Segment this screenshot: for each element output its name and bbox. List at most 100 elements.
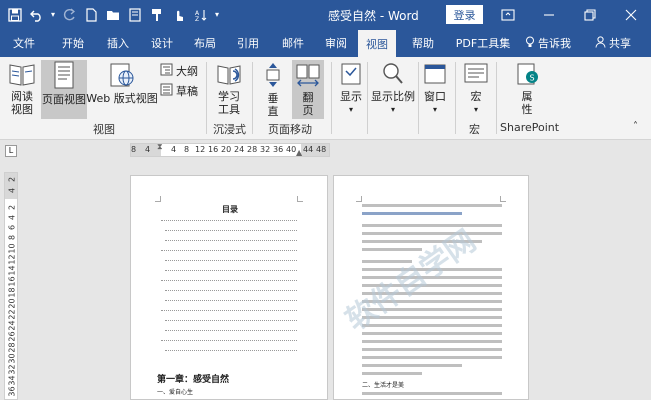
vertical-button[interactable]: 垂 直	[258, 61, 288, 119]
properties-label: 属 性	[521, 90, 533, 116]
share-label: 共享	[609, 37, 631, 50]
tab-mailings[interactable]: 邮件	[275, 29, 311, 57]
undo-icon[interactable]	[26, 4, 48, 26]
book-icon	[8, 61, 36, 90]
toc-entry	[165, 240, 297, 241]
share-button[interactable]: 共享	[589, 29, 637, 57]
tab-layout[interactable]: 布局	[187, 29, 223, 57]
show-button[interactable]: 显示 ▾	[336, 61, 366, 119]
ruler-tick: 8	[184, 145, 190, 154]
indent-marker[interactable]: ⧗	[157, 142, 163, 152]
margin-corner-mark	[297, 196, 303, 202]
side-to-side-label: 翻 页	[302, 91, 314, 117]
open-folder-icon[interactable]	[102, 4, 124, 26]
margin-corner-mark	[356, 196, 362, 202]
tab-design[interactable]: 设计	[144, 29, 180, 57]
login-button[interactable]: 登录	[446, 5, 483, 24]
minimize-icon[interactable]	[528, 0, 569, 29]
toc-entry	[165, 230, 297, 231]
ruler-tick: 12	[195, 145, 206, 154]
text-line	[362, 224, 502, 227]
toc-entry	[165, 350, 297, 351]
side-to-side-icon	[295, 60, 321, 91]
zoom-button[interactable]: 显示比例 ▾	[369, 61, 417, 119]
tab-help[interactable]: 帮助	[405, 29, 441, 57]
ribbon-view-panel: 阅读 视图 页面视图 Web 版式视图 大纲 草稿 视图 学习 工具 沉浸式 垂…	[0, 57, 651, 140]
tab-view[interactable]: 视图	[358, 30, 396, 57]
save-icon[interactable]	[4, 4, 26, 26]
vertical-ruler[interactable]: 2 4 2 4 6 8 10 12 14 16 18 20 22 24 26 2…	[4, 172, 18, 400]
document-page-1[interactable]: 目录 第一章：感受自然 一、爱自心生	[130, 175, 328, 400]
customize-toolbar-icon[interactable]: ▾	[212, 4, 222, 26]
group-separator	[496, 62, 497, 134]
ruler-tick: 16	[208, 145, 219, 154]
collapse-ribbon-button[interactable]: ˄	[633, 121, 638, 132]
outline-button[interactable]: 大纲	[160, 63, 198, 79]
word-window: ▾ AZ ▾ 感受自然 - Word 登录 文件 开始 插入 设计 布局 引用 …	[0, 0, 651, 400]
tab-references[interactable]: 引用	[230, 29, 266, 57]
tab-insert[interactable]: 插入	[100, 29, 136, 57]
group-macros-label: 宏	[469, 123, 480, 136]
macros-button[interactable]: 宏 ▾	[459, 61, 493, 119]
text-line	[362, 212, 462, 215]
show-label: 显示	[340, 90, 362, 103]
format-painter-icon[interactable]	[146, 4, 168, 26]
tab-selector[interactable]: L	[5, 145, 17, 157]
read-mode-button[interactable]: 阅读 视图	[4, 61, 40, 119]
group-separator	[206, 62, 207, 134]
group-page-movement-label: 页面移动	[268, 123, 312, 136]
vertical-arrows-icon	[261, 61, 285, 92]
web-layout-button[interactable]: Web 版式视图	[86, 61, 158, 119]
redo-icon[interactable]	[58, 4, 80, 26]
draft-button[interactable]: 草稿	[160, 83, 198, 99]
ruler-tick: 24	[234, 145, 245, 154]
ruler-tick: 40	[286, 145, 297, 154]
print-preview-icon[interactable]	[124, 4, 146, 26]
zoom-label: 显示比例	[371, 90, 415, 103]
tell-me-label: 告诉我	[538, 37, 571, 50]
outline-icon	[160, 63, 173, 79]
new-document-icon[interactable]	[80, 4, 102, 26]
properties-button[interactable]: S 属 性	[510, 61, 544, 119]
ribbon-display-options-icon[interactable]	[487, 0, 528, 29]
undo-dropdown-icon[interactable]: ▾	[48, 4, 58, 26]
toc-entry	[165, 330, 297, 331]
text-line	[362, 364, 462, 367]
learning-tools-button[interactable]: 学习 工具	[212, 61, 246, 119]
touch-mode-icon[interactable]	[168, 4, 190, 26]
toc-entry	[161, 340, 297, 341]
chapter-heading: 第一章：感受自然	[157, 375, 230, 385]
window-button[interactable]: 窗口 ▾	[420, 61, 450, 119]
chevron-down-icon: ▾	[348, 105, 353, 114]
chevron-down-icon: ▾	[432, 105, 437, 114]
close-icon[interactable]	[610, 0, 651, 29]
tab-home[interactable]: 开始	[55, 29, 91, 57]
toc-entry	[165, 300, 297, 301]
right-indent-marker[interactable]: ▲	[296, 148, 302, 157]
document-page-2[interactable]: 二、生活才是美 软件自学网	[333, 175, 529, 400]
side-to-side-button[interactable]: 翻 页	[292, 60, 324, 119]
text-line	[362, 348, 502, 351]
group-views-label: 视图	[93, 123, 115, 136]
ruler-tick: 28	[247, 145, 258, 154]
sort-icon[interactable]: AZ	[190, 4, 212, 26]
tab-tell-me[interactable]: 告诉我	[521, 29, 575, 57]
group-separator	[252, 62, 253, 134]
read-mode-label: 阅读 视图	[11, 90, 33, 116]
toc-entry	[165, 260, 297, 261]
group-separator	[418, 62, 419, 134]
tab-file[interactable]: 文件	[6, 29, 42, 57]
tab-pdf-tools[interactable]: PDF工具集	[452, 29, 514, 57]
restore-icon[interactable]	[569, 0, 610, 29]
text-line	[362, 372, 422, 375]
ribbon-tabs: 文件 开始 插入 设计 布局 引用 邮件 审阅 视图 帮助 PDF工具集 告诉我…	[0, 29, 651, 57]
chevron-up-icon: ˄	[633, 121, 638, 132]
toc-title: 目录	[222, 205, 238, 214]
title-bar: ▾ AZ ▾ 感受自然 - Word 登录	[0, 0, 651, 29]
horizontal-ruler[interactable]: 8 4 4 8 12 16 20 24 28 32 36 40 44 48 ⧗ …	[130, 142, 330, 157]
tab-review[interactable]: 审阅	[318, 29, 354, 57]
toc-entry	[161, 280, 297, 281]
group-separator	[455, 62, 456, 134]
print-layout-button[interactable]: 页面视图	[41, 60, 87, 119]
toc-entry	[161, 250, 297, 251]
